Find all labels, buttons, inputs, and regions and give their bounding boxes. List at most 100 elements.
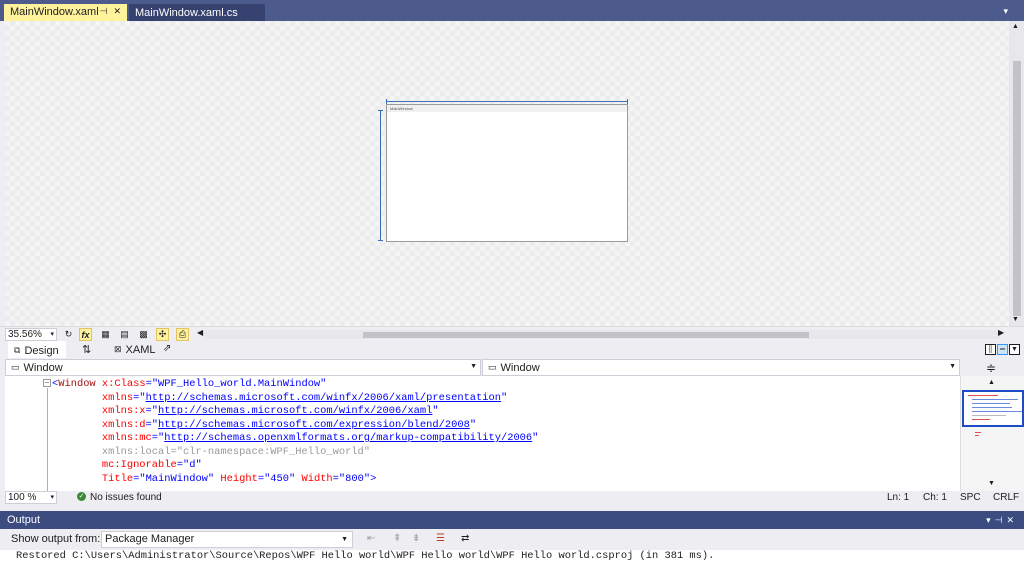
code-line: xmlns:local="clr-namespace:WPF_Hello_wor… bbox=[101, 445, 371, 458]
close-icon[interactable]: ✕ bbox=[1006, 515, 1018, 525]
window-icon: ▭ bbox=[488, 362, 497, 372]
tab-label: MainWindow.xaml.cs bbox=[135, 6, 238, 19]
splitter-handle-icon[interactable]: ≑ bbox=[986, 361, 996, 375]
scroll-right-icon[interactable]: ▶ bbox=[998, 328, 1004, 337]
chevron-down-icon: ▾ bbox=[50, 331, 54, 338]
split-view-buttons: ║ ═ ▼ bbox=[985, 344, 1020, 355]
tab-label: MainWindow.xaml bbox=[10, 5, 99, 18]
window-title-bar: MainWindow bbox=[387, 105, 627, 112]
check-icon: ✓ bbox=[77, 492, 86, 501]
tab-mainwindow-xaml-cs[interactable]: MainWindow.xaml.cs bbox=[129, 4, 265, 21]
word-wrap-icon[interactable]: ⇄ bbox=[461, 533, 469, 544]
navigation-bar: ▭ Window ▼ ▭ Window ▼ bbox=[0, 358, 1024, 376]
close-icon[interactable]: ✕ bbox=[113, 6, 121, 17]
combo-value: Window bbox=[23, 361, 63, 374]
code-line: Title="MainWindow" Height="450" Width="8… bbox=[101, 472, 377, 485]
designer-vertical-scrollbar[interactable]: ▲ ▼ bbox=[1009, 21, 1024, 326]
artboard-background-icon[interactable]: ▩ bbox=[137, 328, 150, 341]
element-scope-combo[interactable]: ▭ Window ▼ bbox=[5, 359, 481, 376]
go-to-next-message-icon[interactable]: ⇟ bbox=[412, 533, 420, 544]
height-adorner[interactable] bbox=[378, 110, 383, 241]
design-window-preview[interactable]: MainWindow bbox=[386, 104, 628, 242]
chevron-down-icon: ▼ bbox=[341, 536, 348, 543]
go-to-previous-message-icon[interactable]: ⇤ bbox=[367, 533, 375, 544]
clear-all-icon[interactable]: ☰ bbox=[436, 533, 445, 544]
code-text[interactable]: <Window x:Class="WPF_Hello_world.MainWin… bbox=[52, 378, 538, 486]
code-line: <Window x:Class="WPF_Hello_world.MainWin… bbox=[52, 378, 327, 390]
document-tab-strip: MainWindow.xaml ⊣ ✕ MainWindow.xaml.cs ▾ bbox=[0, 0, 1024, 21]
panel-controls: ▾⊣✕ bbox=[986, 511, 1018, 529]
combo-value: Package Manager bbox=[105, 533, 195, 545]
minimap-line bbox=[972, 399, 1018, 400]
tab-design[interactable]: ⧉ Design bbox=[8, 341, 66, 358]
effects-toggle-button[interactable]: fx bbox=[79, 328, 92, 341]
output-toolbar: Show output from: Package Manager ▼ ⇤ ⇞ … bbox=[0, 529, 1024, 550]
scroll-down-icon[interactable]: ▼ bbox=[1012, 316, 1019, 323]
chevron-down-icon: ▼ bbox=[949, 363, 956, 370]
zoom-value: 35.56% bbox=[8, 329, 42, 340]
minimap-line bbox=[972, 411, 1022, 412]
designer-horizontal-scrollbar[interactable] bbox=[205, 330, 1000, 339]
swap-panes-icon[interactable]: ⇅ bbox=[82, 343, 91, 356]
code-line: mc:Ignorable="d" bbox=[101, 459, 202, 471]
designer-zoom-toolbar: 35.56% ▾ ↻ fx ▦ ▤ ▩ ✣ ⎙ ◀ ▶ bbox=[0, 326, 1024, 341]
minimap-line bbox=[972, 403, 1010, 404]
minimap-line bbox=[975, 432, 981, 433]
xaml-code-editor[interactable]: − <Window x:Class="WPF_Hello_world.MainW… bbox=[5, 376, 960, 491]
pin-icon[interactable]: ⊣ bbox=[995, 515, 1007, 525]
design-icon: ⧉ bbox=[14, 345, 21, 355]
zoom-value: 100 % bbox=[8, 492, 37, 503]
snap-to-snaplines-icon[interactable]: ✣ bbox=[156, 328, 169, 341]
code-line: xmlns:mc="http://schemas.openxmlformats.… bbox=[101, 432, 539, 444]
line-number: Ln: 1 bbox=[887, 492, 910, 503]
show-output-label: Show output from: bbox=[11, 533, 101, 545]
device-preview-icon[interactable]: ⎙ bbox=[176, 328, 189, 341]
element-member-combo[interactable]: ▭ Window ▼ bbox=[482, 359, 960, 376]
scroll-down-icon[interactable]: ▼ bbox=[988, 480, 995, 487]
width-adorner[interactable] bbox=[386, 99, 628, 104]
view-tabs: ⧉ Design ⇅ ⊠ XAML ⇗ ║ ═ ▼ bbox=[0, 341, 1024, 358]
scrollbar-thumb[interactable] bbox=[363, 332, 809, 338]
popout-icon[interactable]: ⇗ bbox=[163, 343, 171, 354]
tab-xaml[interactable]: ⊠ XAML bbox=[108, 341, 162, 358]
collapse-pane-icon[interactable]: ▼ bbox=[1009, 344, 1020, 355]
snap-to-grid-icon[interactable]: ▤ bbox=[118, 328, 131, 341]
window-icon: ▭ bbox=[11, 362, 20, 372]
panel-title: Output bbox=[7, 514, 41, 526]
output-text: Restored C:\Users\Administrator\Source\R… bbox=[0, 550, 1024, 561]
minimap-line bbox=[975, 435, 979, 436]
column-number: Ch: 1 bbox=[923, 492, 947, 503]
whitespace-indicator[interactable]: SPC bbox=[960, 491, 981, 504]
code-line: xmlns:d="http://schemas.microsoft.com/ex… bbox=[101, 418, 477, 431]
output-panel-title: Output ▾⊣✕ bbox=[0, 511, 1024, 529]
minimap-viewport[interactable] bbox=[962, 390, 1024, 427]
chevron-down-icon: ▾ bbox=[50, 494, 54, 501]
scroll-up-icon[interactable]: ▲ bbox=[1012, 23, 1019, 30]
editor-minimap-scrollbar[interactable]: ▲ ▼ bbox=[960, 376, 1024, 491]
scroll-up-icon[interactable]: ▲ bbox=[988, 379, 995, 386]
tab-mainwindow-xaml[interactable]: MainWindow.xaml ⊣ ✕ bbox=[4, 4, 127, 21]
minimap-line bbox=[968, 395, 998, 396]
refresh-icon[interactable]: ↻ bbox=[62, 328, 75, 341]
vertical-split-icon[interactable]: ║ bbox=[985, 344, 996, 355]
horizontal-split-icon[interactable]: ═ bbox=[997, 344, 1008, 355]
issues-status[interactable]: No issues found bbox=[90, 491, 162, 504]
editor-gutter bbox=[5, 376, 38, 491]
collapse-region-icon[interactable]: − bbox=[43, 379, 51, 387]
minimap-line bbox=[972, 415, 1006, 416]
chevron-down-icon: ▼ bbox=[470, 363, 477, 370]
code-line: xmlns="http://schemas.microsoft.com/winf… bbox=[101, 391, 508, 404]
output-source-combo[interactable]: Package Manager ▼ bbox=[101, 531, 353, 548]
editor-zoom-combo[interactable]: 100 % ▾ bbox=[5, 491, 57, 504]
find-message-icon[interactable]: ⇞ bbox=[393, 533, 401, 544]
tab-label: XAML bbox=[125, 343, 156, 356]
tab-list-dropdown-icon[interactable]: ▾ bbox=[1003, 6, 1008, 17]
code-line: xmlns:x="http://schemas.microsoft.com/wi… bbox=[101, 405, 439, 417]
grid-icon[interactable]: ▦ bbox=[99, 328, 112, 341]
zoom-combo[interactable]: 35.56% ▾ bbox=[5, 328, 57, 341]
line-ending-indicator[interactable]: CRLF bbox=[993, 491, 1019, 504]
panel-menu-icon[interactable]: ▾ bbox=[986, 515, 995, 525]
pin-icon[interactable]: ⊣ bbox=[100, 6, 108, 17]
scroll-left-icon[interactable]: ◀ bbox=[197, 328, 203, 337]
scrollbar-thumb[interactable] bbox=[1013, 61, 1021, 316]
